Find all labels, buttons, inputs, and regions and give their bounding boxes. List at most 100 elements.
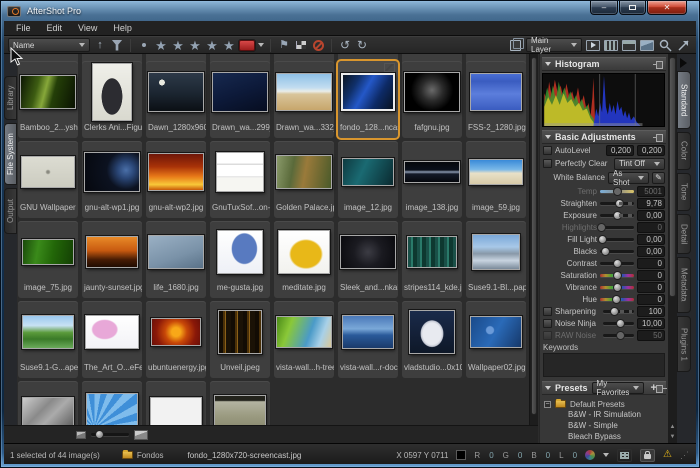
panel-scrollbar[interactable]: ▲ ▼ [668,54,677,443]
thumbnail-cell[interactable]: meditate.jpg [274,221,334,298]
thumbnail-image[interactable] [86,393,138,425]
thumbnail-image[interactable] [472,234,520,270]
thumbnail-image[interactable] [276,155,332,189]
thumbnail-cell[interactable]: jaunty-sunset.jpg [82,221,142,298]
preset-folder-row[interactable]: − Default Presets [542,398,666,410]
slider-track[interactable] [600,238,634,241]
rating-star-3-button[interactable]: ★ [188,38,202,53]
autolevel-checkbox[interactable] [543,146,552,155]
combined-view-button[interactable] [622,38,636,53]
title-bar[interactable]: AfterShot Pro – ✕ [1,1,699,21]
adjustment-value[interactable]: 5001 [637,186,665,197]
thumbnail-image[interactable] [86,236,138,268]
thumbnail-cell[interactable]: Unveil.jpeg [210,301,270,378]
collapse-icon[interactable] [545,62,551,66]
noise-ninja-checkbox[interactable] [543,319,552,328]
tab-file-system[interactable]: File System [4,123,17,185]
slider-track[interactable] [603,334,634,337]
thumbnail-image[interactable] [22,397,74,425]
slider-handle[interactable] [615,199,624,208]
slider-track[interactable] [600,214,634,217]
thumbnail-cell[interactable]: image_59.jpg [466,141,526,218]
thumbnail-cell[interactable]: Suse9.1-Bl...papers.jpg [466,221,526,298]
thumbnail-image[interactable] [150,397,202,425]
thumbnail-cell[interactable]: Dawn_1280x960.jpg [146,61,206,138]
thumbnail-cell[interactable]: Wallpaper02.jpg [466,301,526,378]
thumbnail-image[interactable] [278,230,330,274]
tab-detail[interactable]: Detail [677,214,691,254]
flag-finished-button[interactable] [294,38,308,53]
thumbnail-cell[interactable]: GnuTuxSof...on-v1.jpg [210,141,270,218]
slider-track[interactable] [600,250,634,253]
thumbnail-image[interactable] [218,310,262,354]
thumbnail-view-button[interactable] [604,38,618,53]
thumbnail-cell[interactable]: GNU Wallpaper 2.jpg [18,141,78,218]
thumbnail-image[interactable] [148,153,204,191]
adjustment-value[interactable]: 0,00 [637,234,665,245]
slider-track[interactable] [600,202,634,205]
thumbnail-cell[interactable] [82,381,142,425]
lock-button[interactable] [640,449,655,462]
thumbnail-image[interactable] [84,152,140,192]
color-label-button[interactable] [239,38,255,53]
thumbnail-cell[interactable]: fafgnu.jpg [402,61,462,138]
thumbnail-cell[interactable]: Drawn_wa...299_.jpg [210,61,270,138]
perfectly-clear-checkbox[interactable] [543,159,552,168]
thumbnail-cell[interactable] [18,381,78,425]
menu-edit[interactable]: Edit [39,22,71,34]
thumbnail-cell[interactable]: stripes114_kde.jpg [402,221,462,298]
flag-pick-button[interactable]: ⚑ [277,38,291,53]
thumbnail-cell[interactable]: life_1680.jpg [146,221,206,298]
thumbnail-cell[interactable]: FSS-2_1280.jpg [466,61,526,138]
scroll-up-icon[interactable]: ▲ [668,423,677,431]
slider-handle[interactable] [612,295,621,304]
flag-reject-button[interactable] [311,38,325,53]
tab-plugins[interactable]: Plugins 1 [677,316,691,372]
thumbnail-image[interactable] [404,72,460,112]
color-management-icon[interactable] [585,450,595,460]
minimize-button[interactable]: – [590,1,618,15]
thumbnail-image[interactable] [22,315,74,349]
thumbnail-cell[interactable]: Drawn_wa...332_.jpg [274,61,334,138]
slider-track[interactable] [600,190,634,193]
thumbnail-image[interactable] [470,316,522,348]
tab-output[interactable]: Output [4,188,17,234]
thumbnail-cell[interactable]: Golden Palace.jpg [274,141,334,218]
panel-scrollbar-thumb[interactable] [669,57,676,297]
chevron-down-icon[interactable] [603,453,609,457]
slider-handle[interactable] [601,247,610,256]
warning-icon[interactable]: ⚠ [663,450,672,460]
white-balance-dropdown[interactable]: As Shot [608,172,649,184]
menu-file[interactable]: File [8,22,39,34]
proof-button[interactable] [617,449,632,462]
maximize-button[interactable] [619,1,646,15]
slider-track[interactable] [600,226,634,229]
thumbnail-image[interactable] [22,239,74,265]
tab-standard[interactable]: Standard [677,71,691,129]
thumbnail-cell[interactable]: gnu-alt-wp1.jpg [82,141,142,218]
slider-handle[interactable] [613,271,622,280]
slider-handle[interactable] [95,430,104,439]
thumbnail-image[interactable] [216,152,264,192]
slider-handle[interactable] [613,187,622,196]
adjustment-value[interactable]: 50 [637,330,665,341]
adjustment-value[interactable]: 0 [637,282,665,293]
thumbnail-cell[interactable]: The_Art_O...eFear.jpg [82,301,142,378]
tab-library[interactable]: Library [4,76,17,120]
thumbnail-cell[interactable] [146,381,206,425]
rotate-right-button[interactable]: ↻ [355,38,369,53]
pin-icon[interactable] [653,61,663,68]
thumbnail-cell[interactable]: image_75.jpg [18,221,78,298]
menu-view[interactable]: View [70,22,105,34]
adjustment-value[interactable]: 100 [637,306,665,317]
rating-star-5-button[interactable]: ★ [222,38,236,53]
collapse-icon[interactable] [545,135,551,139]
slider-track[interactable] [603,322,634,325]
current-folder[interactable]: Fondos [122,451,164,460]
rating-none-button[interactable] [137,38,151,53]
thumbnail-image[interactable] [469,159,523,185]
slider-handle[interactable] [616,319,625,328]
adjustment-value[interactable]: 10,00 [637,318,665,329]
color-label-dropdown-arrow[interactable] [258,43,264,47]
fit-zoom-button[interactable] [676,38,690,53]
